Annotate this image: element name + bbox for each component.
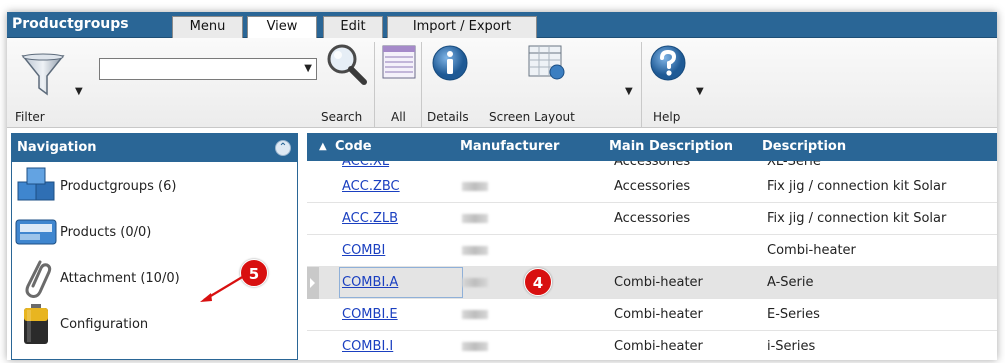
- cell-code[interactable]: COMBI.A: [342, 275, 398, 290]
- cell-main-description: Accessories: [614, 179, 691, 194]
- grid-header: ▲ Code Manufacturer Main Description Des…: [307, 133, 997, 161]
- annotation-badge-4: 4: [524, 268, 552, 296]
- cell-main-description: Accessories: [614, 211, 691, 226]
- details-button[interactable]: Details: [425, 40, 475, 126]
- table-row[interactable]: ACC.ZLB Accessories Fix jig / connection…: [307, 203, 997, 235]
- navigation-header: Navigation ⌃: [12, 134, 297, 162]
- column-header-main-description[interactable]: Main Description: [609, 139, 733, 154]
- tab-edit[interactable]: Edit: [323, 16, 383, 38]
- battery-icon: [24, 304, 48, 344]
- cell-code[interactable]: ACC.ZBC: [342, 179, 400, 194]
- column-header-description[interactable]: Description: [762, 139, 846, 154]
- tab-menu[interactable]: Menu: [172, 16, 243, 38]
- filter-label: Filter: [15, 110, 45, 124]
- table-row[interactable]: COMBI.I Combi-heater i-Series: [307, 331, 997, 360]
- tab-view[interactable]: View: [247, 16, 317, 39]
- toolbar: ▼ Filter ▼ Search All Details Screen Lay…: [7, 38, 997, 128]
- search-button[interactable]: Search: [321, 40, 371, 126]
- cell-description: Fix jig / connection kit Solar: [767, 179, 947, 194]
- cell-description: A-Serie: [767, 275, 814, 290]
- cell-code[interactable]: COMBI.I: [342, 339, 393, 354]
- table-row-selected[interactable]: COMBI.A Combi-heater A-Serie: [307, 267, 997, 299]
- column-header-code[interactable]: Code: [335, 139, 372, 154]
- app-title: Productgroups: [12, 16, 129, 32]
- cell-manufacturer-blurred: [462, 342, 488, 351]
- product-box-icon: [15, 219, 57, 245]
- cell-main-description: Combi-heater: [614, 307, 703, 322]
- tab-import-export[interactable]: Import / Export: [387, 16, 537, 38]
- funnel-icon: [21, 53, 65, 96]
- sort-ascending-icon: ▲: [319, 141, 327, 152]
- screen-layout-label: Screen Layout: [489, 110, 575, 124]
- screen-layout-button[interactable]: Screen Layout: [479, 40, 589, 126]
- help-button[interactable]: Help: [645, 40, 695, 126]
- screen-layout-icon: [528, 45, 565, 80]
- nav-item-label: Configuration: [60, 317, 149, 332]
- table-row[interactable]: COMBI Combi-heater: [307, 235, 997, 267]
- cubes-icon: [17, 167, 55, 201]
- navigation-panel: Navigation ⌃ Productgroups (6) Products …: [11, 133, 298, 360]
- title-bar: Productgroups Menu View Edit Import / Ex…: [7, 12, 997, 39]
- toolbar-separator: [374, 42, 375, 128]
- toolbar-separator: [421, 42, 422, 128]
- table-row-partial[interactable]: ACC.XL Accessories XL-Serie: [307, 161, 997, 171]
- cell-main-description: Accessories: [614, 161, 691, 169]
- help-label: Help: [653, 110, 681, 124]
- application-window: Productgroups Menu View Edit Import / Ex…: [7, 12, 997, 360]
- toolbar-separator: [641, 42, 642, 128]
- cell-manufacturer-blurred: [462, 214, 488, 223]
- cell-code[interactable]: COMBI: [342, 243, 385, 258]
- details-label: Details: [427, 110, 469, 124]
- navigation-title: Navigation: [17, 140, 97, 155]
- cell-description: i-Series: [767, 339, 816, 354]
- screen-layout-dropdown-arrow[interactable]: ▼: [625, 86, 633, 97]
- cell-code[interactable]: ACC.XL: [342, 161, 389, 169]
- chevron-down-icon: ▼: [304, 63, 312, 74]
- table-row[interactable]: COMBI.E Combi-heater E-Series: [307, 299, 997, 331]
- cell-description: E-Series: [767, 307, 820, 322]
- search-label: Search: [321, 110, 363, 124]
- nav-item-label: Products (0/0): [60, 225, 152, 240]
- collapse-icon[interactable]: ⌃: [275, 140, 291, 156]
- annotation-arrow: [200, 275, 245, 302]
- cell-manufacturer-blurred: [462, 310, 488, 319]
- all-label: All: [391, 110, 406, 124]
- list-grid-icon: [382, 45, 416, 79]
- filter-dropdown-arrow[interactable]: ▼: [75, 86, 83, 97]
- cell-code[interactable]: ACC.ZLB: [342, 211, 398, 226]
- search-icon: [327, 44, 367, 85]
- info-icon: [432, 45, 468, 81]
- nav-item-productgroups[interactable]: Productgroups (6): [12, 164, 297, 210]
- row-selector-icon: [307, 267, 319, 299]
- cell-description: Fix jig / connection kit Solar: [767, 211, 947, 226]
- filter-button[interactable]: [11, 44, 71, 104]
- filter-combo[interactable]: ▼: [99, 58, 317, 80]
- cell-description: XL-Serie: [767, 161, 821, 169]
- nav-item-products[interactable]: Products (0/0): [12, 210, 297, 256]
- data-grid: ▲ Code Manufacturer Main Description Des…: [307, 133, 997, 360]
- cell-manufacturer-blurred: [462, 182, 488, 191]
- cell-code[interactable]: COMBI.E: [342, 307, 398, 322]
- help-icon: [650, 45, 686, 81]
- column-header-manufacturer[interactable]: Manufacturer: [460, 139, 559, 154]
- table-row[interactable]: ACC.ZBC Accessories Fix jig / connection…: [307, 171, 997, 203]
- nav-item-label: Attachment (10/0): [60, 271, 180, 286]
- nav-item-label: Productgroups (6): [60, 179, 177, 194]
- help-dropdown-arrow[interactable]: ▼: [696, 86, 704, 97]
- paperclip-icon: [25, 260, 52, 298]
- all-button[interactable]: All: [379, 40, 419, 126]
- cell-manufacturer-blurred: [462, 278, 488, 287]
- cell-description: Combi-heater: [767, 243, 856, 258]
- cell-main-description: Combi-heater: [614, 339, 703, 354]
- cell-manufacturer-blurred: [462, 246, 488, 255]
- cell-main-description: Combi-heater: [614, 275, 703, 290]
